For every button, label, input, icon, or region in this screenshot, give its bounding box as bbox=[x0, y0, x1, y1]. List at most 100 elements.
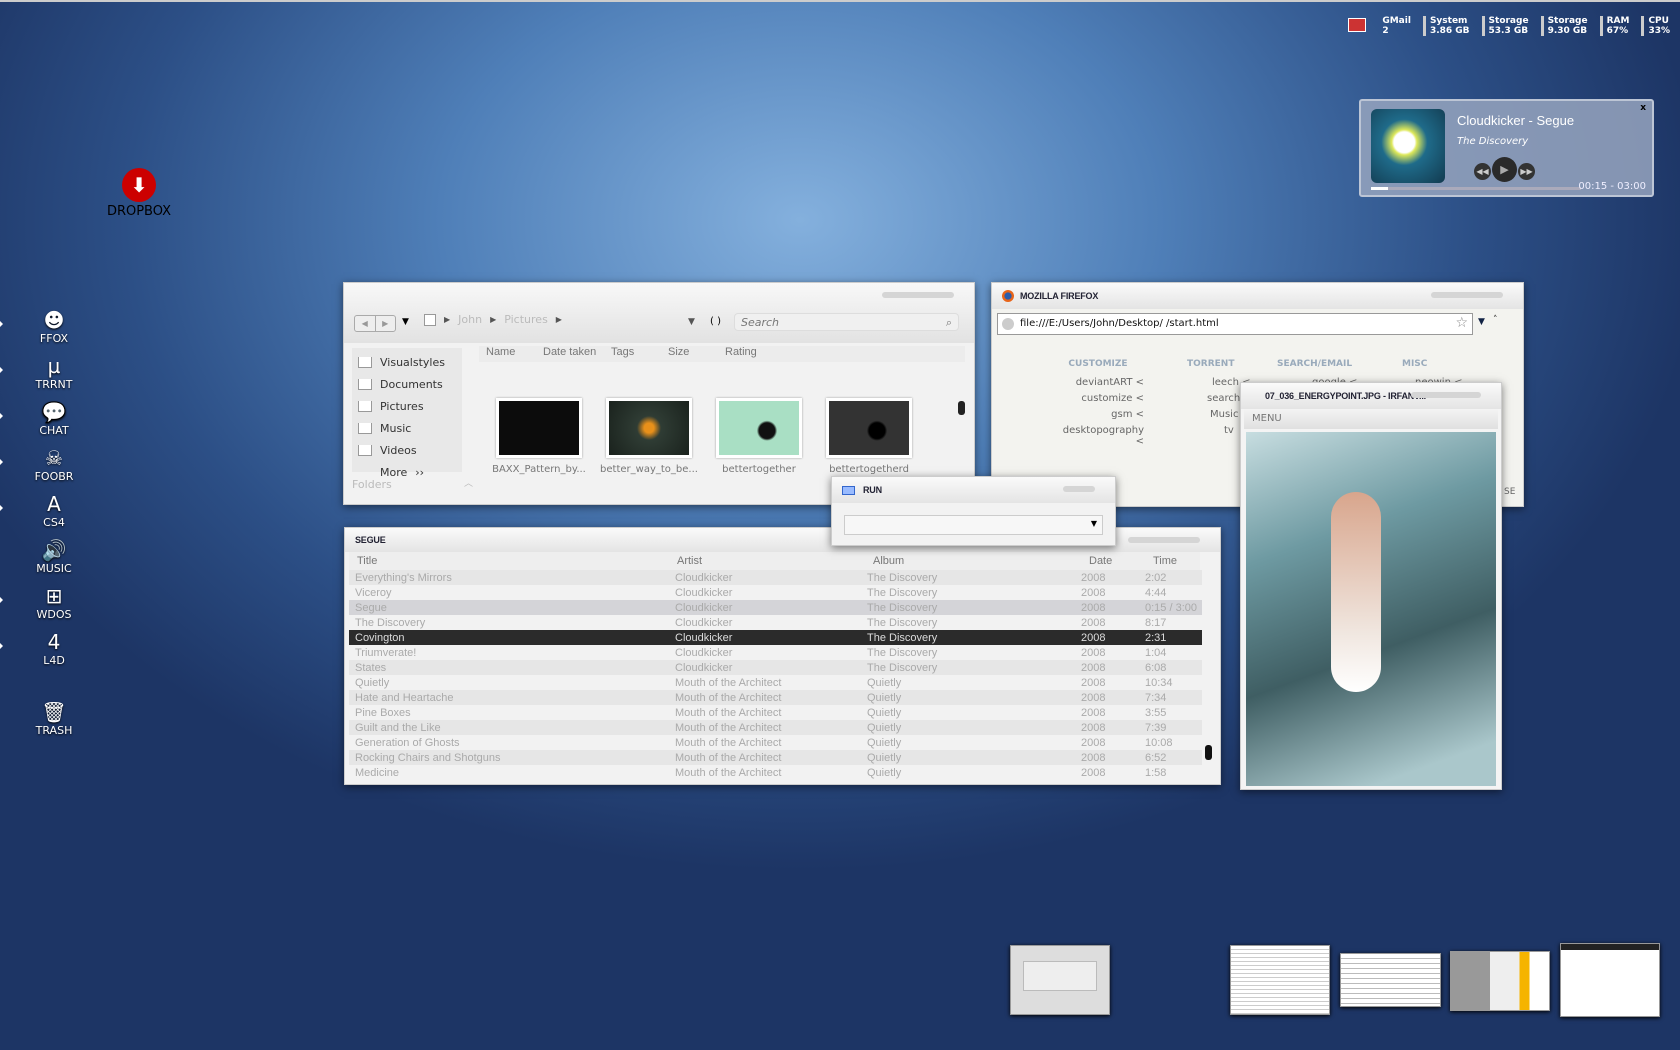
taskbar-thumbnail[interactable] bbox=[1230, 945, 1330, 1015]
dropbox-label: DROPBOX bbox=[106, 204, 172, 219]
file-item[interactable]: BAXX_Pattern_by... bbox=[489, 398, 589, 475]
column-rating[interactable]: Rating bbox=[718, 346, 798, 362]
dock-item-trrnt[interactable]: µ TRRNT bbox=[0, 354, 89, 391]
dock-item-ffox[interactable]: ☻ FFOX bbox=[0, 308, 89, 345]
bookmark-star-icon[interactable]: ☆ bbox=[1455, 315, 1468, 331]
back-button[interactable]: ◀ bbox=[355, 316, 375, 331]
breadcrumb-pictures[interactable]: Pictures bbox=[504, 313, 548, 326]
track-row[interactable]: Quietly Mouth of the Architect Quietly 2008… bbox=[349, 675, 1202, 690]
link[interactable]: customize < bbox=[1052, 393, 1144, 409]
link[interactable]: deviantART < bbox=[1052, 377, 1144, 393]
track-row[interactable]: Rocking Chairs and Shotguns Mouth of the … bbox=[349, 750, 1202, 765]
column-tags[interactable]: Tags bbox=[604, 346, 661, 362]
scroll-up-icon[interactable]: ˄ bbox=[1493, 315, 1498, 325]
track-row[interactable]: The Discovery Cloudkicker The Discovery 200… bbox=[349, 615, 1202, 630]
url-dropdown-icon[interactable]: ▼ bbox=[1478, 317, 1485, 327]
image-figure bbox=[1331, 492, 1381, 692]
seek-bar[interactable] bbox=[1371, 187, 1581, 190]
history-dropdown[interactable]: ▼ bbox=[402, 317, 409, 327]
expand-arrow-icon[interactable] bbox=[0, 412, 3, 420]
run-dialog: RUN ▼ bbox=[831, 476, 1116, 546]
track-cell: 6:08 bbox=[1139, 660, 1202, 675]
column-date-taken[interactable]: Date taken bbox=[536, 346, 604, 362]
play-button[interactable]: ▶ bbox=[1492, 157, 1517, 182]
refresh-icon[interactable]: ( ) bbox=[710, 316, 721, 327]
dock-item-chat[interactable]: 💬 CHAT bbox=[0, 400, 89, 437]
stat-gmail[interactable]: GMail 2 bbox=[1382, 16, 1411, 36]
track-row[interactable]: Medicine Mouth of the Architect Quietly 200… bbox=[349, 765, 1202, 780]
track-cell: Quietly bbox=[861, 690, 1075, 705]
track-row[interactable]: Pine Boxes Mouth of the Architect Quietly 2… bbox=[349, 705, 1202, 720]
expand-arrow-icon[interactable] bbox=[0, 320, 3, 328]
scrollbar-thumb[interactable] bbox=[958, 401, 965, 415]
track-row[interactable]: Viceroy Cloudkicker The Discovery 2008 4:44 bbox=[349, 585, 1202, 600]
column-title[interactable]: Title bbox=[349, 555, 669, 567]
column-artist[interactable]: Artist bbox=[669, 555, 865, 567]
next-button[interactable]: ▶▶ bbox=[1518, 163, 1535, 180]
sidebar-item-visualstyles[interactable]: Visualstyles bbox=[358, 351, 456, 373]
previous-button[interactable]: ◀◀ bbox=[1474, 163, 1491, 180]
address-dropdown[interactable]: ▼ bbox=[688, 317, 695, 327]
track-row[interactable]: Guilt and the Like Mouth of the Architect… bbox=[349, 720, 1202, 735]
close-link-partial[interactable]: SE bbox=[1504, 487, 1515, 497]
taskbar-thumbnail[interactable] bbox=[1340, 953, 1441, 1007]
track-row[interactable]: Hate and Heartache Mouth of the Architect… bbox=[349, 690, 1202, 705]
user-folder-icon bbox=[424, 313, 436, 326]
folders-toggle[interactable]: Folders bbox=[352, 478, 392, 491]
dock-item-wdos[interactable]: ⊞ WDOS bbox=[0, 584, 89, 621]
trash-shortcut[interactable]: 🗑 TRASH bbox=[19, 700, 89, 737]
gmail-icon[interactable] bbox=[1348, 18, 1367, 32]
close-icon[interactable]: x bbox=[1640, 103, 1646, 113]
expand-arrow-icon[interactable] bbox=[0, 458, 3, 466]
run-input[interactable]: ▼ bbox=[844, 515, 1103, 535]
firefox-icon bbox=[1002, 290, 1014, 302]
column-time[interactable]: Time bbox=[1143, 555, 1177, 567]
column-name[interactable]: Name bbox=[479, 346, 536, 362]
column-size[interactable]: Size bbox=[661, 346, 718, 362]
expand-arrow-icon[interactable] bbox=[0, 366, 3, 374]
expand-arrow-icon[interactable] bbox=[0, 642, 3, 650]
dock-item-foobr[interactable]: ☠ FOOBR bbox=[0, 446, 89, 483]
url-bar[interactable]: file:///E:/Users/John/Desktop/ /start.ht… bbox=[997, 313, 1473, 335]
track-row[interactable]: States Cloudkicker The Discovery 2008 6:08 bbox=[349, 660, 1202, 675]
file-item[interactable]: bettertogetherd bbox=[819, 398, 919, 475]
expand-arrow-icon[interactable] bbox=[0, 596, 3, 604]
track-row[interactable]: Covington Cloudkicker The Discovery 2008 2:3… bbox=[349, 630, 1202, 645]
sidebar-item-videos[interactable]: Videos bbox=[358, 439, 456, 461]
taskbar-thumbnail[interactable] bbox=[1010, 945, 1110, 1015]
playlist-header: Title Artist Album Date Time bbox=[349, 552, 1200, 570]
dock-item-music[interactable]: 🔊 MUSIC bbox=[19, 538, 89, 575]
track-cell: The Discovery bbox=[355, 616, 426, 629]
track-cell: Pine Boxes bbox=[355, 706, 411, 719]
column-album[interactable]: Album bbox=[865, 555, 1079, 567]
forward-button[interactable]: ▶ bbox=[374, 316, 396, 331]
run-dropdown-icon[interactable]: ▼ bbox=[1091, 519, 1097, 528]
track-row[interactable]: Generation of Ghosts Mouth of the Archite… bbox=[349, 735, 1202, 750]
link[interactable]: desktopography < bbox=[1052, 425, 1144, 447]
track-cell: The Discovery bbox=[861, 600, 1075, 615]
dock-item-l4d[interactable]: 4 L4D bbox=[0, 630, 89, 667]
sidebar-item-music[interactable]: Music bbox=[358, 417, 456, 439]
link[interactable]: gsm < bbox=[1052, 409, 1144, 425]
scrollbar-thumb[interactable] bbox=[1205, 745, 1212, 760]
file-item[interactable]: bettertogether bbox=[709, 398, 809, 475]
windows-icon: ⊞ bbox=[45, 584, 63, 608]
dropbox-icon: ⬇ bbox=[122, 168, 156, 202]
expand-arrow-icon[interactable] bbox=[0, 504, 3, 512]
breadcrumb-john[interactable]: John bbox=[458, 313, 482, 326]
chevron-up-icon[interactable]: ︿ bbox=[464, 476, 473, 489]
track-row[interactable]: Everything's Mirrors Cloudkicker The Disco… bbox=[349, 570, 1202, 585]
file-item[interactable]: better_way_to_be... bbox=[599, 398, 699, 475]
dropbox-shortcut[interactable]: ⬇ DROPBOX bbox=[104, 168, 174, 219]
search-input[interactable]: Search ⌕ bbox=[734, 313, 959, 331]
taskbar-thumbnail[interactable] bbox=[1450, 951, 1550, 1011]
sidebar-item-documents[interactable]: Documents bbox=[358, 373, 456, 395]
track-cell: 2008 bbox=[1081, 586, 1106, 599]
menu-button[interactable]: MENU bbox=[1244, 409, 1498, 429]
sidebar-item-pictures[interactable]: Pictures bbox=[358, 395, 456, 417]
column-date[interactable]: Date bbox=[1079, 555, 1143, 567]
taskbar-thumbnail[interactable] bbox=[1560, 943, 1660, 1017]
dock-item-cs4[interactable]: A CS4 bbox=[0, 492, 89, 529]
track-row[interactable]: Segue Cloudkicker The Discovery 2008 0:15 / … bbox=[349, 600, 1202, 615]
track-row[interactable]: Triumverate! Cloudkicker The Discovery 2008… bbox=[349, 645, 1202, 660]
